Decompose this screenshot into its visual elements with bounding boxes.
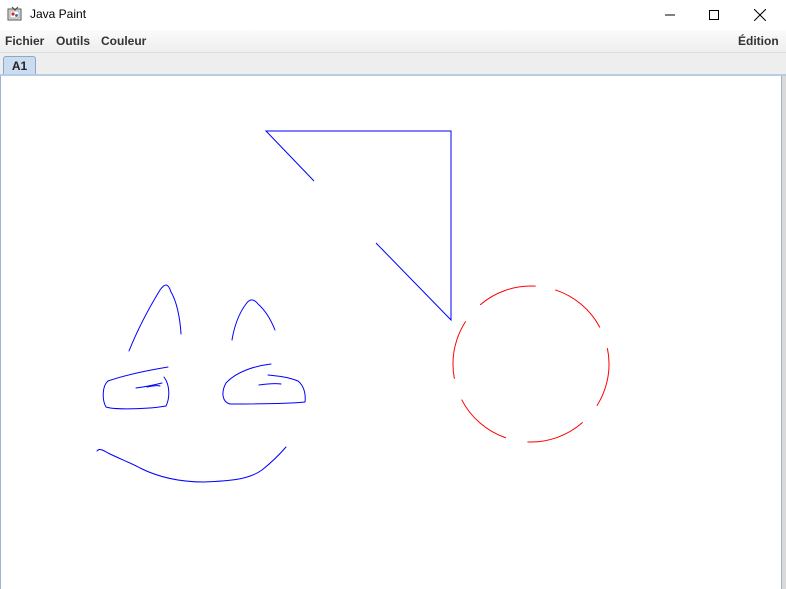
canvas-drawing-layer (96, 130, 610, 483)
mouth-stroke (96, 446, 287, 483)
triangle-shape (264, 130, 452, 322)
app-window: Java Paint Fichier Outils Couleur Éditio… (0, 0, 786, 589)
cat-face-drawing (96, 284, 306, 483)
right-eye-pupil-stroke (258, 383, 282, 386)
dashed-circle-shape (452, 285, 610, 443)
right-ear-stroke (231, 299, 276, 341)
left-ear-stroke (128, 284, 182, 352)
